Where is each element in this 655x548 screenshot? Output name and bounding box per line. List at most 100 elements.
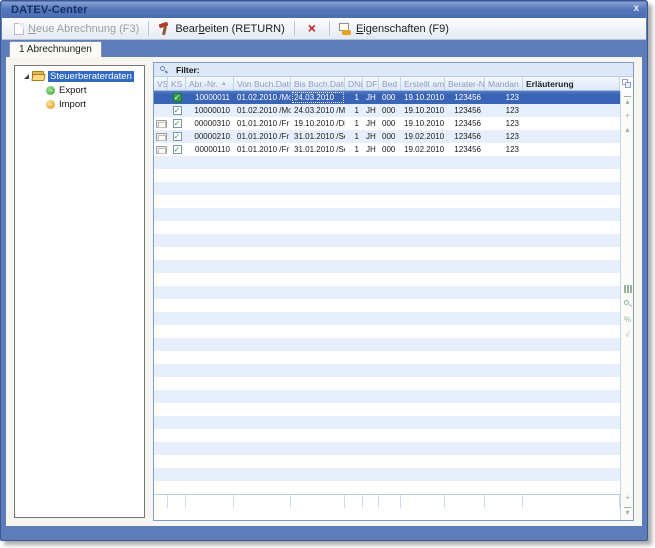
checkbox-icon[interactable]: ✓ — [173, 106, 182, 115]
delete-button[interactable]: × — [298, 20, 326, 37]
cell-erstellt[interactable]: 19.10.2010 /Di — [401, 117, 445, 130]
row-plus-icon[interactable]: + — [621, 109, 634, 121]
cell-ks[interactable]: ✓ — [168, 117, 186, 130]
cell-ks[interactable]: ✓ — [168, 143, 186, 156]
title-bar[interactable]: DATEV-Center x — [2, 2, 646, 18]
column-header-dnr[interactable]: DNr. — [345, 77, 363, 90]
table-row[interactable]: ✓ 1000001001.02.2010 /Mo24.03.2010 /Mi1JH… — [154, 104, 620, 117]
cell-berater[interactable]: 123456 — [445, 130, 485, 143]
cell-dnr[interactable]: 1 — [345, 130, 363, 143]
cell-abr_nr[interactable]: 10000010 — [186, 104, 234, 117]
cell-von[interactable]: 01.02.2010 /Mo — [234, 104, 291, 117]
cell-erlaeuterung[interactable] — [523, 143, 620, 156]
cell-abr_nr[interactable]: 10000011 — [186, 91, 234, 104]
cell-erlaeuterung[interactable] — [523, 91, 620, 104]
cell-abr_nr[interactable]: 00000310 — [186, 117, 234, 130]
cell-df[interactable]: JH — [363, 104, 379, 117]
scroll-top-icon[interactable]: ▴ — [621, 95, 634, 107]
cell-df[interactable]: JH — [363, 143, 379, 156]
cell-abr_nr[interactable]: 00000110 — [186, 143, 234, 156]
cell-ks[interactable]: ✓ — [168, 130, 186, 143]
edit-button[interactable]: Bearbeiten (RETURN) — [152, 20, 290, 37]
cell-ks[interactable]: ✓ — [168, 104, 186, 117]
tree-item-import[interactable]: → Import — [15, 98, 144, 111]
table-row[interactable]: ✓ 0000011001.01.2010 /Fr31.01.2010 /So1JH… — [154, 143, 620, 156]
cell-df[interactable]: JH — [363, 91, 379, 104]
cell-dnr[interactable]: 1 — [345, 104, 363, 117]
cell-berater[interactable]: 123456 — [445, 91, 485, 104]
column-header-von[interactable]: Von Buch.Datum — [234, 77, 291, 90]
cell-dnr[interactable]: 1 — [345, 117, 363, 130]
cell-ks[interactable]: ✓ — [168, 91, 186, 104]
sort-up-icon[interactable]: ▴ — [621, 123, 634, 135]
column-header-mandant[interactable]: Mandan — [485, 77, 523, 90]
cell-erstellt[interactable]: 19.10.2010 /Di — [401, 104, 445, 117]
cell-vs[interactable] — [154, 91, 168, 104]
search-icon[interactable] — [621, 298, 634, 310]
cell-bed[interactable]: 000 — [379, 130, 401, 143]
checkbox-icon[interactable]: ✓ — [173, 93, 182, 102]
table-row[interactable]: ✓0000031001.01.2010 /Fr19.10.2010 /Di1JH… — [154, 117, 620, 130]
cell-erstellt[interactable]: 19.10.2010 /Di — [401, 91, 445, 104]
checkbox-icon[interactable]: ✓ — [173, 132, 182, 141]
cell-von[interactable]: 01.01.2010 /Fr — [234, 130, 291, 143]
column-header-vs[interactable]: VS — [154, 77, 168, 90]
cell-bis[interactable]: 31.01.2010 /So — [291, 143, 345, 156]
column-header-berater[interactable]: Berater-Nr. — [445, 77, 485, 90]
column-header-df[interactable]: DF — [363, 77, 379, 90]
column-header-bed[interactable]: Bed — [379, 77, 401, 90]
cell-bis[interactable]: 24.03.2010 — [291, 91, 345, 104]
navigation-tree-panel[interactable]: Steuerberaterdaten → Export → Import — [14, 65, 145, 518]
properties-button[interactable]: Eigenschaften (F9) — [333, 21, 455, 37]
checkbox-icon[interactable]: ✓ — [173, 145, 182, 154]
column-header-abr_nr[interactable]: Abr.-Nr.▲ — [186, 77, 234, 90]
cell-bed[interactable]: 000 — [379, 117, 401, 130]
cell-berater[interactable]: 123456 — [445, 143, 485, 156]
add-icon[interactable]: + — [621, 491, 634, 503]
tree-item-export[interactable]: → Export — [15, 84, 144, 97]
close-icon[interactable]: x — [633, 3, 639, 14]
cell-mandant[interactable]: 123 — [485, 104, 523, 117]
table-row[interactable]: ✓ 0000021001.01.2010 /Fr31.01.2010 /So1JH… — [154, 130, 620, 143]
columns-icon[interactable] — [621, 283, 634, 295]
cell-vs[interactable] — [154, 117, 168, 130]
cell-von[interactable]: 01.01.2010 /Fr — [234, 117, 291, 130]
cell-abr_nr[interactable]: 00000210 — [186, 130, 234, 143]
cell-bis[interactable]: 31.01.2010 /So — [291, 130, 345, 143]
cell-berater[interactable]: 123456 — [445, 104, 485, 117]
column-header-erstellt[interactable]: Erstellt am — [401, 77, 445, 90]
cell-erlaeuterung[interactable] — [523, 117, 620, 130]
sum-icon[interactable]: √ — [621, 328, 634, 340]
cell-dnr[interactable]: 1 — [345, 91, 363, 104]
cell-mandant[interactable]: 123 — [485, 117, 523, 130]
tree-item-label[interactable]: Export — [59, 85, 86, 96]
column-chooser-icon[interactable] — [622, 79, 631, 88]
tab-abrechnungen[interactable]: 1 Abrechnungen — [9, 41, 102, 57]
cell-erstellt[interactable]: 19.02.2010 /Fr — [401, 143, 445, 156]
filter-funnel-icon[interactable]: ▾ — [621, 506, 634, 518]
cell-von[interactable]: 01.01.2010 /Fr — [234, 143, 291, 156]
cell-dnr[interactable]: 1 — [345, 143, 363, 156]
cell-bis[interactable]: 24.03.2010 /Mi — [291, 104, 345, 117]
cell-vs[interactable] — [154, 143, 168, 156]
cell-vs[interactable] — [154, 104, 168, 117]
magnifier-icon[interactable] — [160, 66, 167, 73]
column-header-ks[interactable]: KS — [168, 77, 186, 90]
cell-bed[interactable]: 000 — [379, 91, 401, 104]
cell-erlaeuterung[interactable] — [523, 104, 620, 117]
cell-erstellt[interactable]: 19.02.2010 /Fr — [401, 130, 445, 143]
cell-df[interactable]: JH — [363, 130, 379, 143]
cell-bed[interactable]: 000 — [379, 143, 401, 156]
column-header-erlaeuterung[interactable]: Erläuterung — [523, 77, 620, 90]
cell-von[interactable]: 01.02.2010 /Mo — [234, 91, 291, 104]
percent-icon[interactable]: % — [621, 313, 634, 325]
table-row[interactable]: ✓1000001101.02.2010 /Mo24.03.20101JH0001… — [154, 91, 620, 104]
tree-root-steuerberaterdaten[interactable]: Steuerberaterdaten — [15, 69, 144, 83]
cell-mandant[interactable]: 123 — [485, 130, 523, 143]
tree-item-label[interactable]: Import — [59, 99, 86, 110]
column-header-bis[interactable]: Bis Buch.Datum — [291, 77, 345, 90]
new-invoice-button[interactable]: Neue Abrechnung (F3) — [8, 21, 145, 37]
filter-bar[interactable]: Filter: — [154, 63, 633, 77]
tree-root-label[interactable]: Steuerberaterdaten — [48, 71, 134, 82]
checkbox-icon[interactable]: ✓ — [173, 119, 182, 128]
